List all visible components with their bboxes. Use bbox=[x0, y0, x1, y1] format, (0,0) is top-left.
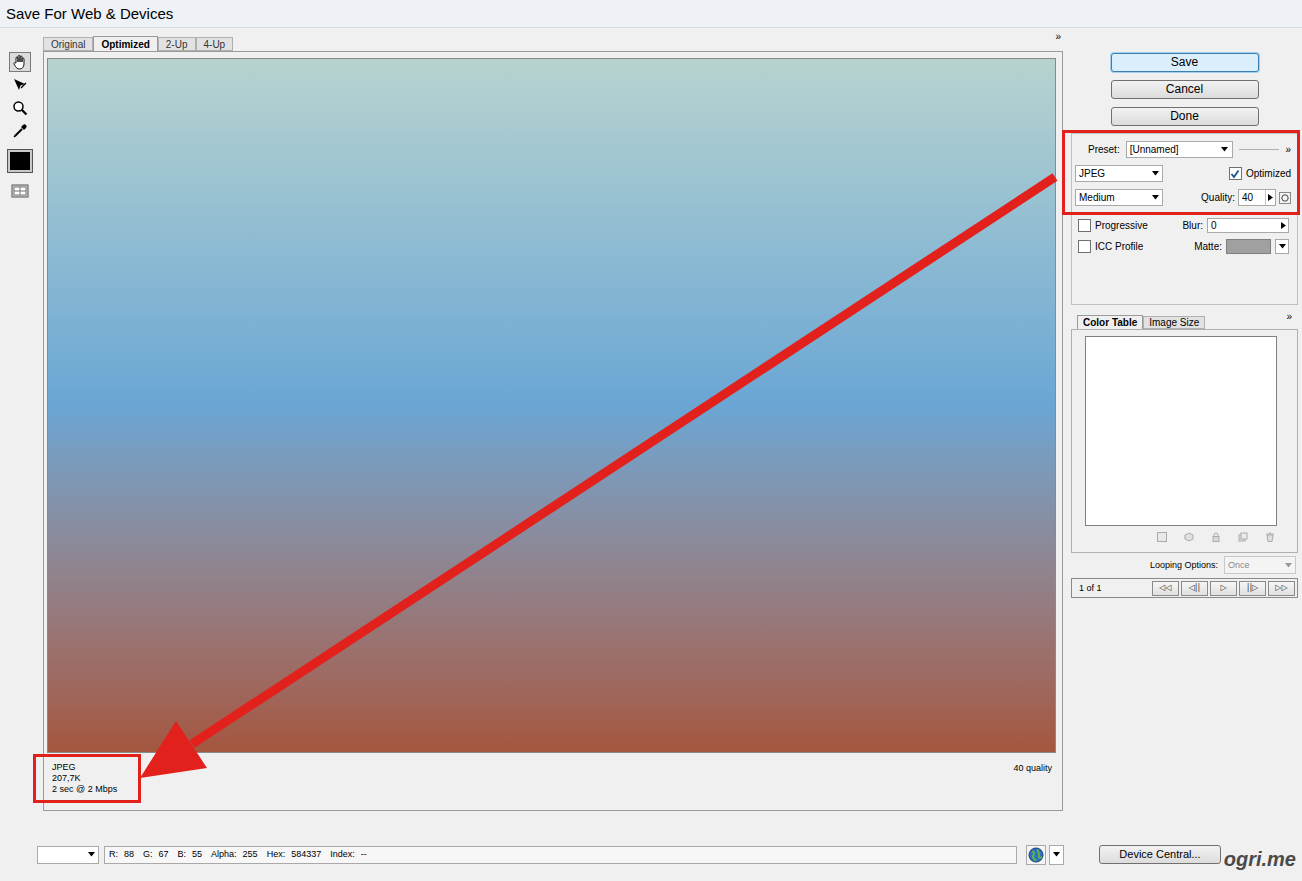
panel-menu[interactable]: » bbox=[1286, 311, 1298, 323]
icc-profile-checkbox[interactable]: ICC Profile bbox=[1078, 240, 1143, 253]
eyedropper-color-swatch[interactable] bbox=[8, 150, 32, 172]
color-lock-icon[interactable] bbox=[1211, 532, 1221, 542]
zoom-level-dropdown[interactable] bbox=[37, 846, 99, 864]
dropdown-arrow-icon bbox=[1148, 166, 1162, 181]
title-bar: Save For Web & Devices bbox=[0, 0, 1302, 28]
format-row: JPEG Optimized bbox=[1075, 165, 1291, 182]
color-table bbox=[1085, 336, 1277, 526]
animation-button[interactable]: ▷▷ bbox=[1268, 581, 1295, 596]
preset-row: Preset: [Unnamed] » bbox=[1075, 141, 1291, 158]
icc-profile-checkbox-box[interactable] bbox=[1078, 240, 1091, 253]
icc-row: ICC Profile Matte: bbox=[1072, 239, 1297, 254]
photo-preview bbox=[47, 58, 1056, 753]
toolbar bbox=[0, 28, 40, 812]
status-field: Index:-- bbox=[330, 849, 367, 860]
preview-info: JPEG207,7K2 sec @ 2 Mbps 40 quality bbox=[47, 753, 1056, 803]
status-field: B:55 bbox=[178, 849, 203, 860]
settings-box: Preset: [Unnamed] » JPEG Optimized Medium Qual… bbox=[1071, 133, 1298, 305]
quality-label: Quality: bbox=[1201, 190, 1235, 205]
main-area: OriginalOptimized2-Up4-Up»JPEG207,7K2 se… bbox=[0, 28, 1302, 812]
looping-dropdown[interactable]: Once bbox=[1224, 556, 1296, 574]
color-table-panel bbox=[1071, 329, 1298, 553]
eyedropper-tool-icon[interactable] bbox=[9, 121, 31, 141]
settings-panel: Save Cancel Done Preset: [Unnamed] » JPEG Optim… bbox=[1071, 28, 1298, 812]
color-cube-icon[interactable] bbox=[1184, 532, 1194, 542]
dialog-button[interactable]: Save bbox=[1111, 53, 1259, 72]
watermark: ogri.me bbox=[1224, 847, 1296, 871]
browser-menu-dropdown-icon[interactable] bbox=[1049, 845, 1064, 865]
bottom-bar: R:88 G:67 B:55 Alpha:255 Hex:584337 Index:-- D… bbox=[0, 812, 1302, 881]
dialog-buttons: Save Cancel Done bbox=[1071, 53, 1298, 126]
preview-column: OriginalOptimized2-Up4-Up»JPEG207,7K2 se… bbox=[43, 28, 1063, 812]
settings-annotation-box: Preset: [Unnamed] » JPEG Optimized Medium Qual… bbox=[1062, 130, 1300, 215]
preview-frame: JPEG207,7K2 sec @ 2 Mbps 40 quality bbox=[43, 51, 1063, 811]
status-bar: R:88 G:67 B:55 Alpha:255 Hex:584337 Index:-- bbox=[104, 846, 1017, 864]
animation-button[interactable]: ◁|| bbox=[1181, 581, 1208, 596]
browser-preview-icon[interactable] bbox=[1026, 845, 1046, 865]
status-field: G:67 bbox=[143, 849, 169, 860]
device-central-button[interactable]: Device Central... bbox=[1099, 845, 1221, 864]
status-field: Alpha:255 bbox=[211, 849, 258, 860]
animation-controls: 1 of 1◁◁◁||▷||▷▷▷ bbox=[1071, 578, 1298, 598]
looping-label: Looping Options: bbox=[1150, 560, 1218, 571]
animation-button[interactable]: ◁◁ bbox=[1152, 581, 1179, 596]
panel-tab[interactable]: Color Table bbox=[1077, 315, 1143, 329]
view-tab[interactable]: 2-Up bbox=[158, 37, 196, 51]
panel-tab[interactable]: Image Size bbox=[1143, 316, 1205, 329]
status-field: R:88 bbox=[109, 849, 134, 860]
format-dropdown[interactable]: JPEG bbox=[1075, 165, 1163, 182]
dropdown-arrow-icon bbox=[1281, 557, 1295, 573]
optimized-checkbox[interactable]: Optimized bbox=[1229, 167, 1291, 180]
optimized-checkbox-box[interactable] bbox=[1229, 167, 1242, 180]
matte-swatch[interactable] bbox=[1226, 239, 1271, 254]
compression-dropdown[interactable]: Medium bbox=[1075, 189, 1163, 206]
blur-slider-arrow-icon[interactable] bbox=[1278, 219, 1288, 232]
info-file-size: 207,7K bbox=[52, 773, 138, 784]
info-format: JPEG bbox=[52, 762, 138, 773]
animation-frame: 1 of 1 bbox=[1079, 583, 1149, 594]
delete-color-icon[interactable] bbox=[1265, 532, 1275, 542]
status-field: Hex:584337 bbox=[267, 849, 322, 860]
view-tab[interactable]: 4-Up bbox=[196, 37, 234, 51]
preset-dropdown[interactable]: [Unnamed] bbox=[1126, 141, 1233, 158]
color-table-tools bbox=[1072, 532, 1297, 542]
color-web-shift-icon[interactable] bbox=[1157, 532, 1167, 542]
dropdown-arrow-icon bbox=[84, 847, 98, 863]
annotation-arrow-icon bbox=[0, 0, 1302, 881]
matte-label: Matte: bbox=[1194, 239, 1222, 254]
view-tabs: OriginalOptimized2-Up4-Up» bbox=[43, 36, 1063, 51]
info-quality: 40 quality bbox=[1013, 753, 1056, 774]
dialog-button[interactable]: Done bbox=[1111, 107, 1259, 126]
animation-button[interactable]: ||▷ bbox=[1239, 581, 1266, 596]
quality-slider-arrow-icon[interactable] bbox=[1265, 190, 1275, 205]
slice-visibility-icon[interactable] bbox=[9, 181, 31, 201]
dialog-button[interactable]: Cancel bbox=[1111, 80, 1259, 99]
progressive-checkbox-box[interactable] bbox=[1078, 219, 1091, 232]
dropdown-arrow-icon bbox=[1218, 142, 1232, 157]
blur-label: Blur: bbox=[1182, 218, 1203, 233]
blur-field[interactable]: 0 bbox=[1207, 218, 1289, 233]
quality-mask-icon[interactable] bbox=[1279, 192, 1291, 204]
info-annotation-box: JPEG207,7K2 sec @ 2 Mbps bbox=[33, 754, 141, 803]
zoom-tool-icon[interactable] bbox=[9, 98, 31, 118]
slice-select-tool-icon[interactable] bbox=[9, 75, 31, 95]
quality-field[interactable]: 40 bbox=[1238, 189, 1276, 206]
looping-row: Looping Options: Once bbox=[1071, 556, 1298, 574]
hand-tool-icon[interactable] bbox=[9, 52, 31, 72]
view-tab[interactable]: Optimized bbox=[93, 36, 157, 51]
progressive-checkbox[interactable]: Progressive bbox=[1078, 219, 1148, 232]
quality-row: Medium Quality:40 bbox=[1075, 189, 1291, 206]
progressive-row: Progressive Blur: 0 bbox=[1072, 218, 1297, 233]
new-color-icon[interactable] bbox=[1238, 532, 1248, 542]
animation-button[interactable]: ▷ bbox=[1210, 581, 1237, 596]
view-menu[interactable]: » bbox=[1055, 31, 1063, 43]
window-title: Save For Web & Devices bbox=[6, 5, 173, 23]
panel-tabs: Color TableImage Size» bbox=[1071, 315, 1298, 329]
preset-label: Preset: bbox=[1088, 142, 1120, 157]
settings-menu[interactable]: » bbox=[1285, 144, 1291, 156]
info-download-time: 2 sec @ 2 Mbps bbox=[52, 784, 138, 795]
view-tab[interactable]: Original bbox=[43, 37, 93, 51]
dropdown-arrow-icon bbox=[1148, 190, 1162, 205]
matte-dropdown-icon[interactable] bbox=[1275, 239, 1289, 254]
